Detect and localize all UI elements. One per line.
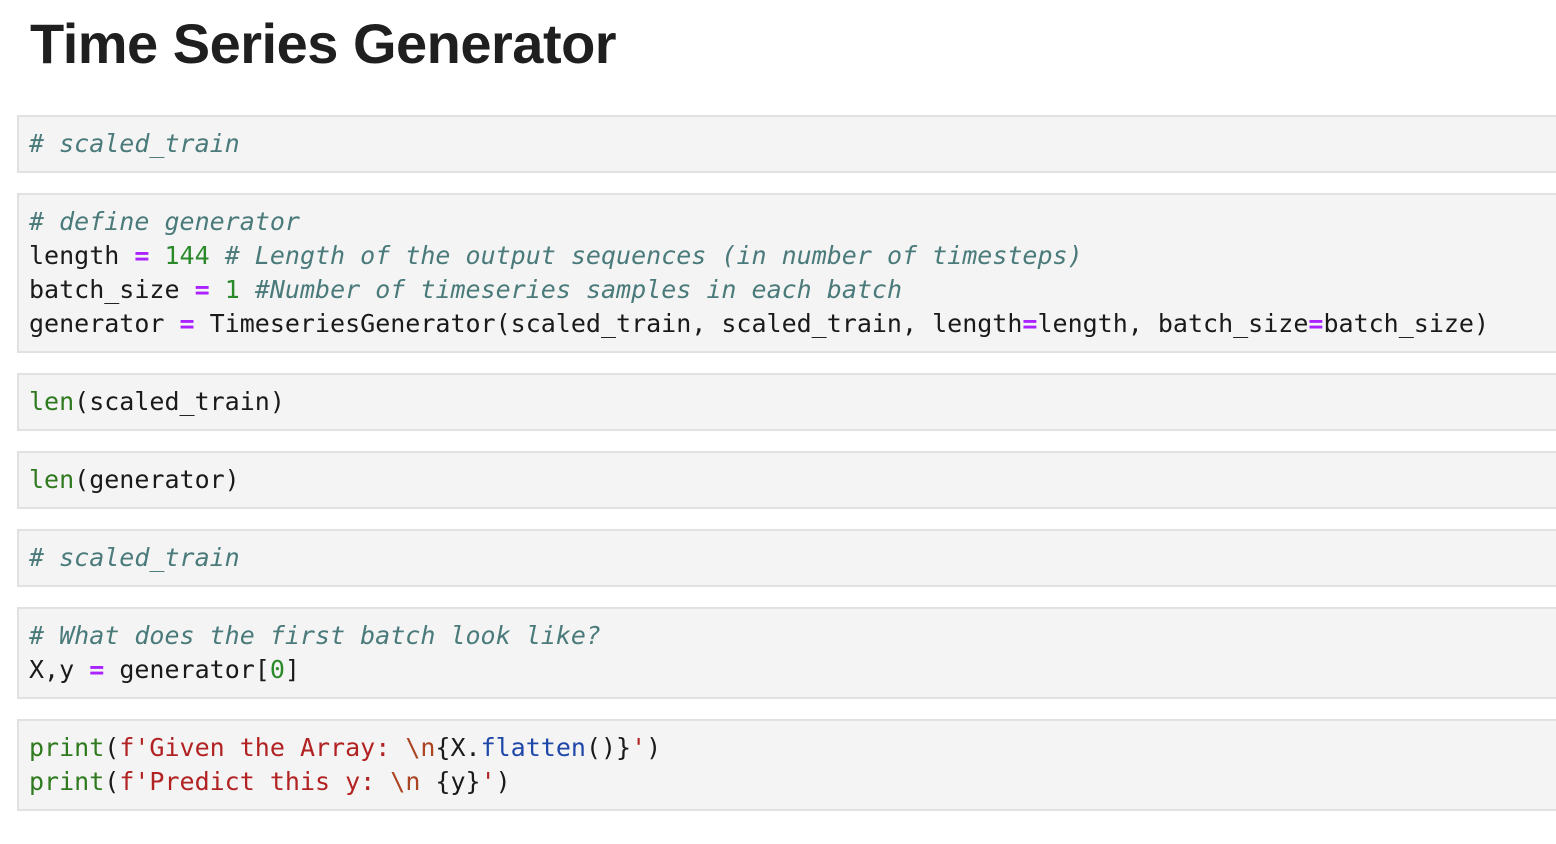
code-line: length = 144 # Length of the output sequ… <box>29 239 1556 273</box>
code-token: 0 <box>269 655 285 684</box>
code-line: len(generator) <box>29 463 1556 497</box>
code-token: len <box>29 387 75 416</box>
code-token: len <box>29 465 75 494</box>
code-token: = <box>194 275 210 304</box>
code-line: generator = TimeseriesGenerator(scaled_t… <box>29 307 1556 341</box>
code-editor[interactable]: # What does the first batch look like? X,… <box>29 619 1556 687</box>
code-token: print <box>29 733 105 762</box>
code-token: generator[ <box>104 655 270 684</box>
code-token: #Number of timeseries samples in each ba… <box>254 275 903 304</box>
code-token: print <box>29 767 105 796</box>
code-token: length <box>29 241 135 270</box>
code-token: = <box>89 655 105 684</box>
code-token: flatten <box>480 733 586 762</box>
code-token: # scaled_train <box>29 129 240 158</box>
code-line: len(scaled_train) <box>29 385 1556 419</box>
code-token: batch_size) <box>1323 309 1490 338</box>
code-editor[interactable]: # scaled_train <box>29 127 1556 161</box>
notebook-page: Time Series Generator # scaled_train # d… <box>0 0 1556 844</box>
code-token: ' <box>480 767 496 796</box>
code-token: batch_size <box>29 275 195 304</box>
code-token: ( <box>104 767 120 796</box>
code-cell[interactable]: # What does the first batch look like? X,… <box>17 607 1556 699</box>
code-token: # Length of the output sequences (in num… <box>224 241 1083 270</box>
code-token: generator <box>29 309 180 338</box>
code-token: 144 <box>164 241 210 270</box>
code-line: # define generator <box>29 205 1556 239</box>
code-token: (scaled_train) <box>74 387 285 416</box>
code-token: # What does the first batch look like? <box>29 621 601 650</box>
code-cell[interactable]: print(f'Given the Array: \n{X.flatten()}… <box>17 719 1556 811</box>
code-line: print(f'Predict this y: \n {y}') <box>29 765 1556 799</box>
code-line: # scaled_train <box>29 127 1556 161</box>
code-token: ' <box>631 733 647 762</box>
code-line: batch_size = 1 #Number of timeseries sam… <box>29 273 1556 307</box>
code-line: # What does the first batch look like? <box>29 619 1556 653</box>
code-token: length, batch_size <box>1037 309 1309 338</box>
code-token: {X. <box>435 733 481 762</box>
code-token: ) <box>495 767 511 796</box>
code-token: 1 <box>224 275 240 304</box>
code-token: f'Predict this y: <box>119 767 391 796</box>
code-editor[interactable]: print(f'Given the Array: \n{X.flatten()}… <box>29 731 1556 799</box>
code-editor[interactable]: len(generator) <box>29 463 1556 497</box>
code-line: X,y = generator[0] <box>29 653 1556 687</box>
page-title: Time Series Generator <box>30 12 617 75</box>
code-cell[interactable]: # scaled_train <box>17 529 1556 587</box>
code-token: {y} <box>420 767 481 796</box>
code-token: (generator) <box>74 465 240 494</box>
code-cell[interactable]: # scaled_train <box>17 115 1556 173</box>
code-cell[interactable]: len(generator) <box>17 451 1556 509</box>
code-cell[interactable]: len(scaled_train) <box>17 373 1556 431</box>
code-token: = <box>1022 309 1038 338</box>
code-token: f'Given the Array: <box>119 733 406 762</box>
code-cell[interactable]: # define generator length = 144 # Length … <box>17 193 1556 353</box>
code-token: # define generator <box>29 207 300 236</box>
code-token: TimeseriesGenerator(scaled_train, scaled… <box>194 309 1023 338</box>
code-token: \n <box>390 767 421 796</box>
code-editor[interactable]: len(scaled_train) <box>29 385 1556 419</box>
code-editor[interactable]: # scaled_train <box>29 541 1556 575</box>
code-token: = <box>1308 309 1324 338</box>
code-token: ( <box>104 733 120 762</box>
code-token: = <box>134 241 150 270</box>
code-token: = <box>179 309 195 338</box>
code-token: X,y <box>29 655 90 684</box>
code-token: ] <box>284 655 300 684</box>
code-line: # scaled_train <box>29 541 1556 575</box>
code-editor[interactable]: # define generator length = 144 # Length … <box>29 205 1556 341</box>
code-token: # scaled_train <box>29 543 240 572</box>
code-token: ) <box>646 733 662 762</box>
code-token: ()} <box>585 733 632 762</box>
code-token: \n <box>405 733 436 762</box>
code-line: print(f'Given the Array: \n{X.flatten()}… <box>29 731 1556 765</box>
